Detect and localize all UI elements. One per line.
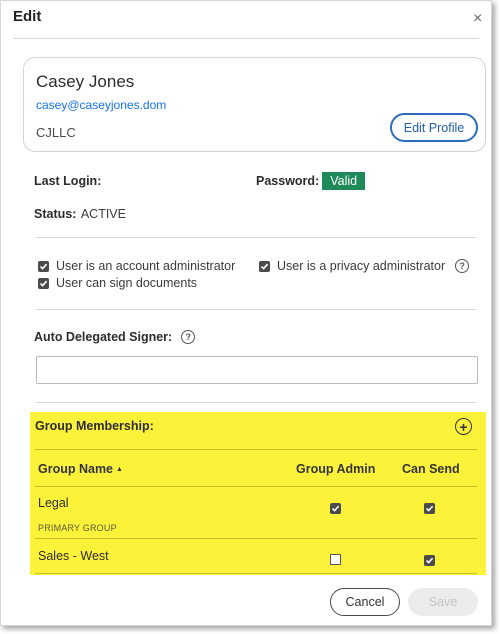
password-row: Password: Valid [256,172,366,190]
column-header-group-admin: Group Admin [296,462,376,476]
sign-documents-label: User can sign documents [56,276,198,290]
column-header-can-send: Can Send [402,462,460,476]
divider [35,237,477,238]
title-divider [13,38,479,39]
divider [35,449,477,450]
profile-company: CJLLC [36,125,76,140]
legal-group-admin-checkbox[interactable] [330,500,341,518]
add-group-icon[interactable]: + [455,418,472,435]
account-admin-checkbox[interactable] [38,260,49,272]
sort-ascending-icon: ▲ [116,465,123,473]
privacy-admin-checkbox[interactable] [259,260,270,272]
group-membership-title: Group Membership: [35,419,154,433]
account-admin-option[interactable]: User is an account administrator [38,259,235,273]
status-label: Status: [34,207,77,221]
profile-card: Casey Jones casey@caseyjones.dom CJLLC E… [23,57,486,152]
sign-documents-option[interactable]: User can sign documents [38,276,197,290]
sales-west-group-admin-checkbox[interactable] [330,552,341,570]
profile-email: casey@caseyjones.dom [36,98,167,112]
status-row: Status: ACTIVE [34,205,126,223]
group-row-name: Sales - West [38,549,109,563]
delegated-signer-help-icon[interactable]: ? [181,330,196,344]
legal-can-send-checkbox[interactable] [424,500,435,518]
divider [35,573,477,574]
last-login-label: Last Login: [34,174,102,188]
privacy-admin-option[interactable]: User is a privacy administrator ? [259,259,470,273]
delegated-signer-input[interactable] [36,356,478,384]
close-icon[interactable]: × [473,9,482,29]
privacy-admin-label: User is a privacy administrator [277,259,446,273]
sales-west-can-send-checkbox[interactable] [424,552,435,570]
group-name-header-label: Group Name [38,462,114,476]
privacy-admin-help-icon[interactable]: ? [455,259,470,273]
edit-dialog: Edit × Casey Jones casey@caseyjones.dom … [0,0,492,626]
account-admin-label: User is an account administrator [56,259,236,273]
group-row-name: Legal [38,496,69,510]
divider [35,538,477,539]
status-value: ACTIVE [80,207,126,221]
divider [35,402,477,403]
dialog-title: Edit [13,8,42,25]
save-button[interactable]: Save [408,588,478,616]
sign-documents-checkbox[interactable] [38,277,49,289]
edit-profile-button[interactable]: Edit Profile [390,113,478,142]
divider [35,486,477,487]
password-status-badge: Valid [322,172,366,190]
delegated-signer-label: Auto Delegated Signer: [34,330,173,344]
profile-name: Casey Jones [36,72,135,91]
divider [35,309,477,310]
password-label: Password: [256,174,320,188]
column-header-group-name[interactable]: Group Name ▲ [38,462,123,476]
primary-group-tag: PRIMARY GROUP [38,523,117,533]
cancel-button[interactable]: Cancel [330,588,400,616]
delegated-signer-row: Auto Delegated Signer: ? [34,330,196,344]
